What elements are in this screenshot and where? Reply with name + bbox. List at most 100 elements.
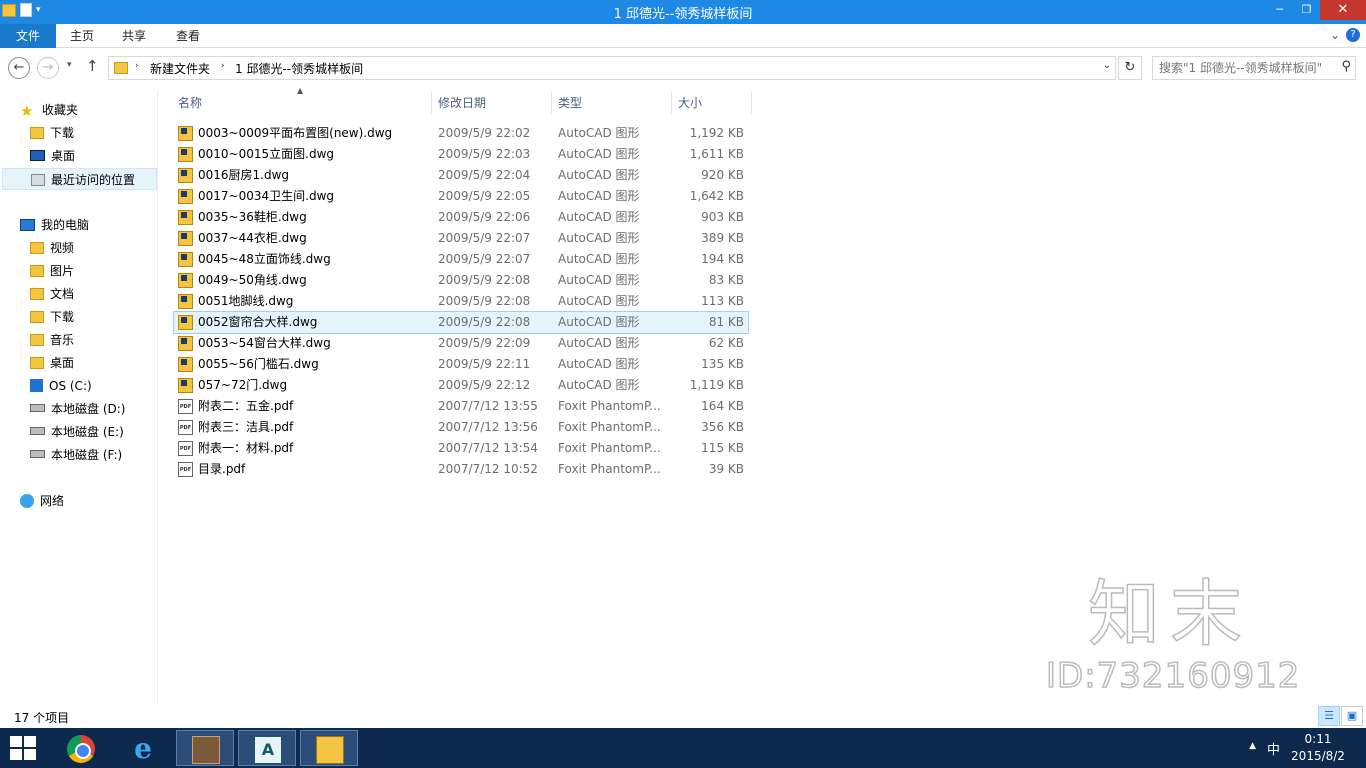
nav-documents[interactable]: 文档: [30, 283, 74, 305]
file-type: Foxit PhantomP...: [558, 399, 661, 413]
up-button[interactable]: ↑: [86, 57, 99, 75]
file-name: 0035~36鞋柜.dwg: [198, 210, 307, 224]
file-type: AutoCAD 图形: [558, 126, 640, 140]
minimize-button[interactable]: ─: [1266, 0, 1293, 20]
file-size: 356 KB: [701, 420, 744, 434]
nav-favorites-recent[interactable]: 最近访问的位置: [2, 168, 157, 190]
file-row[interactable]: 057~72门.dwg 2009/5/9 22:12 AutoCAD 图形 1,119…: [174, 375, 748, 396]
file-size: 194 KB: [701, 252, 744, 266]
nav-desktop[interactable]: 桌面: [30, 352, 74, 374]
file-row[interactable]: 0003~0009平面布置图(new).dwg 2009/5/9 22:02 Aut…: [174, 123, 748, 144]
file-row[interactable]: PDF 目录.pdf 2007/7/12 10:52 Foxit PhantomP..…: [174, 459, 748, 480]
maximize-button[interactable]: ❐: [1293, 0, 1320, 20]
file-row[interactable]: 0035~36鞋柜.dwg 2009/5/9 22:06 AutoCAD 图形 903…: [174, 207, 748, 228]
file-name: 0017~0034卫生间.dwg: [198, 189, 334, 203]
file-name: 目录.pdf: [198, 462, 246, 476]
details-view-button[interactable]: ☰: [1318, 706, 1340, 726]
start-button[interactable]: [10, 736, 38, 760]
breadcrumb-separator-icon[interactable]: ›: [221, 61, 225, 71]
nav-drive-c[interactable]: OS (C:): [30, 375, 92, 397]
search-icon[interactable]: ⚲: [1341, 59, 1351, 74]
address-bar[interactable]: › 新建文件夹 › 1 邱德光--领秀城样板间 ⌄: [108, 56, 1116, 80]
search-box[interactable]: ⚲: [1152, 56, 1356, 80]
file-name: 0055~56门槛石.dwg: [198, 357, 319, 371]
taskbar-photo-viewer[interactable]: [176, 730, 234, 766]
recent-places-icon: [31, 173, 45, 186]
dwg-file-icon: [178, 147, 193, 162]
column-header-name[interactable]: 名称: [172, 92, 432, 114]
nav-drive-e[interactable]: 本地磁盘 (E:): [30, 421, 124, 443]
taskbar-internet-explorer[interactable]: e: [114, 730, 172, 766]
tab-home[interactable]: 主页: [58, 24, 106, 48]
nav-pictures[interactable]: 图片: [30, 260, 74, 282]
autocad-icon: A: [254, 736, 282, 764]
tab-share[interactable]: 共享: [110, 24, 158, 48]
file-row[interactable]: 0017~0034卫生间.dwg 2009/5/9 22:05 AutoCAD 图形…: [174, 186, 748, 207]
file-row[interactable]: PDF 附表三：洁具.pdf 2007/7/12 13:56 Foxit Phanto…: [174, 417, 748, 438]
file-row[interactable]: PDF 附表二：五金.pdf 2007/7/12 13:55 Foxit Phanto…: [174, 396, 748, 417]
file-date: 2009/5/9 22:12: [438, 378, 531, 392]
breadcrumb-current-folder[interactable]: 1 邱德光--领秀城样板间: [235, 60, 363, 77]
file-row[interactable]: 0052窗帘合大样.dwg 2009/5/9 22:08 AutoCAD 图形 81 …: [173, 311, 749, 334]
nav-favorites-desktop[interactable]: 桌面: [30, 145, 75, 167]
large-icons-view-button[interactable]: ▣: [1341, 706, 1363, 726]
nav-network[interactable]: 网络: [20, 490, 64, 512]
nav-videos[interactable]: 视频: [30, 237, 74, 259]
taskbar-chrome[interactable]: [52, 730, 110, 766]
recent-locations-icon[interactable]: ▾: [67, 60, 72, 70]
nav-downloads[interactable]: 下载: [30, 306, 74, 328]
clock[interactable]: 0:11 2015/8/2: [1290, 731, 1346, 765]
file-row[interactable]: 0055~56门槛石.dwg 2009/5/9 22:11 AutoCAD 图形 13…: [174, 354, 748, 375]
nav-favorites-downloads[interactable]: 下载: [30, 122, 74, 144]
file-size: 115 KB: [701, 441, 744, 455]
pictures-folder-icon: [30, 264, 44, 277]
windows-logo-icon: [24, 749, 36, 760]
ribbon-expand-icon[interactable]: ⌄: [1330, 28, 1340, 42]
file-row[interactable]: PDF 附表一：材料.pdf 2007/7/12 13:54 Foxit Phanto…: [174, 438, 748, 459]
file-row[interactable]: 0049~50角线.dwg 2009/5/9 22:08 AutoCAD 图形 83 …: [174, 270, 748, 291]
windows-drive-icon: [30, 379, 43, 392]
help-icon[interactable]: ?: [1346, 28, 1360, 42]
breadcrumb-new-folder[interactable]: 新建文件夹: [150, 60, 210, 77]
file-date: 2009/5/9 22:08: [438, 294, 531, 308]
close-button[interactable]: ✕: [1320, 0, 1366, 20]
taskbar-file-explorer[interactable]: [300, 730, 358, 766]
address-dropdown-icon[interactable]: ⌄: [1103, 60, 1111, 71]
column-header-date[interactable]: 修改日期: [432, 92, 552, 114]
column-header-size[interactable]: 大小: [672, 92, 752, 114]
file-row[interactable]: 0016厨房1.dwg 2009/5/9 22:04 AutoCAD 图形 920 K…: [174, 165, 748, 186]
taskbar-autocad[interactable]: A: [238, 730, 296, 766]
nav-favorites[interactable]: ★ 收藏夹: [20, 99, 78, 121]
file-size: 83 KB: [708, 273, 744, 287]
hard-drive-icon: [30, 426, 45, 435]
file-type: AutoCAD 图形: [558, 378, 640, 392]
file-type: AutoCAD 图形: [558, 315, 640, 329]
file-date: 2009/5/9 22:04: [438, 168, 531, 182]
tab-view[interactable]: 查看: [164, 24, 212, 48]
nav-drive-d[interactable]: 本地磁盘 (D:): [30, 398, 125, 420]
file-row[interactable]: 0053~54窗台大样.dwg 2009/5/9 22:09 AutoCAD 图形 6…: [174, 333, 748, 354]
file-row[interactable]: 0037~44衣柜.dwg 2009/5/9 22:07 AutoCAD 图形 389…: [174, 228, 748, 249]
file-row[interactable]: 0045~48立面饰线.dwg 2009/5/9 22:07 AutoCAD 图形 1…: [174, 249, 748, 270]
documents-folder-icon: [30, 287, 44, 300]
nav-drive-f[interactable]: 本地磁盘 (F:): [30, 444, 122, 466]
input-method-indicator[interactable]: 中: [1267, 739, 1280, 758]
file-size: 113 KB: [701, 294, 744, 308]
dwg-file-icon: [178, 252, 193, 267]
file-row[interactable]: 0051地脚线.dwg 2009/5/9 22:08 AutoCAD 图形 113 K…: [174, 291, 748, 312]
file-date: 2007/7/12 13:54: [438, 441, 538, 455]
clock-date: 2015/8/2: [1291, 749, 1345, 763]
file-name: 0003~0009平面布置图(new).dwg: [198, 126, 393, 140]
forward-button[interactable]: →: [37, 57, 59, 79]
nav-this-pc[interactable]: 我的电脑: [20, 214, 89, 236]
search-input[interactable]: [1159, 60, 1329, 76]
nav-music[interactable]: 音乐: [30, 329, 74, 351]
file-row[interactable]: 0010~0015立面图.dwg 2009/5/9 22:03 AutoCAD 图形…: [174, 144, 748, 165]
breadcrumb-separator-icon[interactable]: ›: [135, 61, 139, 71]
back-button[interactable]: ←: [8, 57, 30, 79]
taskbar: e A ▲ 中 0:11 2015/8/2: [0, 728, 1366, 768]
refresh-button[interactable]: ↻: [1118, 56, 1142, 80]
show-hidden-icons-button[interactable]: ▲: [1249, 741, 1256, 751]
column-header-type[interactable]: 类型: [552, 92, 672, 114]
tab-file[interactable]: 文件: [0, 24, 56, 48]
